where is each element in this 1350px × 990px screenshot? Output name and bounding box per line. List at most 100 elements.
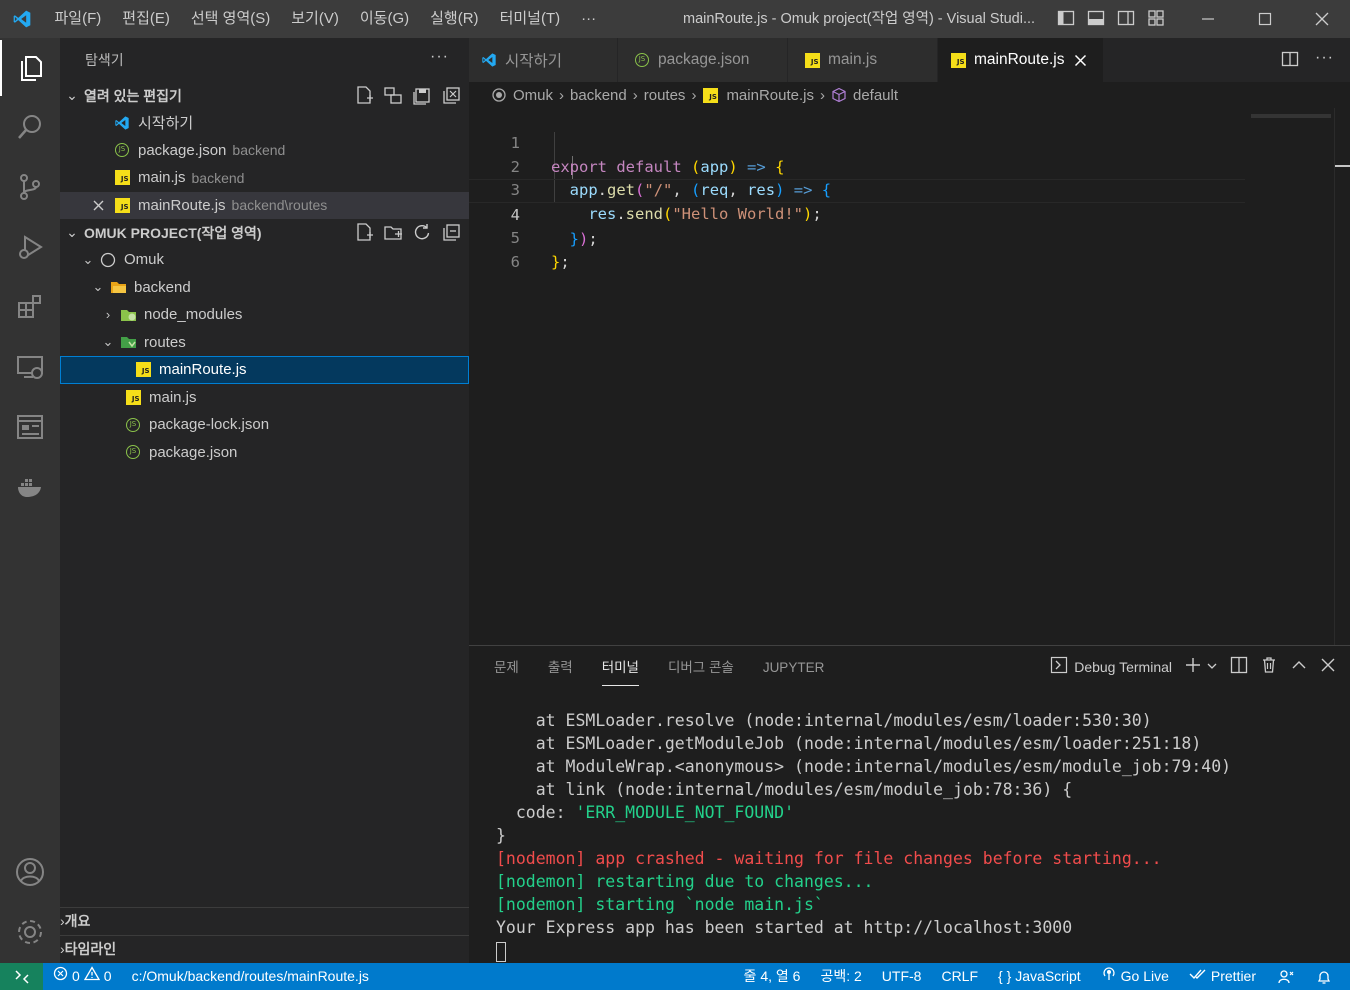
close-editor-icon[interactable]: [92, 199, 106, 212]
close-tab-icon[interactable]: [1074, 54, 1087, 67]
tree-item-folder[interactable]: › node_modules: [60, 301, 469, 329]
split-terminal-icon[interactable]: [1230, 656, 1248, 677]
tree-item-folder[interactable]: ⌄ backend: [60, 274, 469, 302]
js-file-icon: JS: [804, 52, 820, 68]
breadcrumb-item[interactable]: Omuk: [513, 87, 553, 104]
close-panel-icon[interactable]: [1320, 657, 1336, 676]
sidebar-more-button[interactable]: ···: [430, 48, 449, 66]
panel-actions: Debug Terminal: [1050, 656, 1336, 677]
feedback-icon[interactable]: [1264, 963, 1302, 990]
refresh-icon[interactable]: [412, 222, 432, 245]
maximize-button[interactable]: [1236, 0, 1293, 38]
js-file-icon: JS: [135, 362, 151, 378]
breadcrumb-item[interactable]: default: [853, 87, 898, 104]
toggle-vertical-layout-icon[interactable]: [383, 85, 403, 108]
tab-package-json[interactable]: JS package.json: [618, 38, 788, 82]
split-editor-icon[interactable]: [1281, 50, 1299, 71]
code-line-current: 4 });: [469, 179, 1245, 248]
tree-item-file-selected[interactable]: JS mainRoute.js: [60, 356, 469, 384]
customize-layout-icon[interactable]: [1147, 9, 1165, 30]
menu-run[interactable]: 실행(R): [420, 0, 489, 38]
live-preview-icon[interactable]: [0, 399, 60, 455]
breadcrumb-item[interactable]: routes: [644, 87, 686, 104]
vscode-logo-icon: [0, 0, 44, 38]
save-all-icon[interactable]: [412, 85, 432, 108]
workspace-header[interactable]: ⌄ OMUK PROJECT(작업 영역): [60, 219, 469, 246]
tab-jupyter[interactable]: JUPYTER: [763, 646, 825, 690]
menu-terminal[interactable]: 터미널(T): [489, 0, 571, 38]
tree-item-folder[interactable]: ⌄ Omuk: [60, 246, 469, 274]
menu-more[interactable]: ···: [571, 0, 607, 38]
run-debug-icon[interactable]: [0, 219, 60, 275]
editor-scrollbar[interactable]: [1334, 108, 1350, 645]
notifications-bell-icon[interactable]: [1302, 963, 1340, 990]
search-icon[interactable]: [0, 99, 60, 155]
collapse-folders-icon[interactable]: [441, 222, 461, 245]
tab-terminal[interactable]: 터미널: [601, 646, 640, 690]
more-actions-icon[interactable]: ···: [1315, 50, 1334, 71]
indentation-status[interactable]: 공백: 2: [808, 963, 869, 990]
maximize-panel-icon[interactable]: [1290, 656, 1308, 677]
open-editor-item[interactable]: 시작하기: [60, 109, 469, 137]
tab-label: 시작하기: [505, 53, 563, 70]
toggle-primary-sidebar-icon[interactable]: [1057, 9, 1075, 30]
open-editor-item[interactable]: JS main.js backend: [60, 164, 469, 192]
toggle-panel-icon[interactable]: [1087, 9, 1105, 30]
cursor-position-status[interactable]: 줄 4, 열 6: [736, 963, 809, 990]
menu-edit[interactable]: 편집(E): [112, 0, 181, 38]
menu-file[interactable]: 파일(F): [44, 0, 112, 38]
tab-problems[interactable]: 문제: [494, 646, 519, 690]
explorer-icon[interactable]: [0, 40, 60, 96]
code-editor[interactable]: 1 export default (app) => { 2 app.get("/…: [469, 108, 1335, 645]
terminal-line: at ModuleWrap.<anonymous> (node:internal…: [496, 757, 1232, 776]
kill-terminal-icon[interactable]: [1260, 656, 1278, 677]
tab-welcome[interactable]: 시작하기: [469, 38, 618, 82]
open-editors-header[interactable]: ⌄ 열려 있는 편집기: [60, 82, 469, 109]
accounts-icon[interactable]: [0, 844, 60, 900]
minimap[interactable]: [1251, 114, 1331, 118]
language-mode-status[interactable]: { } JavaScript: [986, 963, 1089, 990]
breadcrumb-item[interactable]: backend: [570, 87, 627, 104]
menu-selection[interactable]: 선택 영역(S): [180, 0, 280, 38]
prettier-status[interactable]: Prettier: [1177, 963, 1264, 990]
terminal-selector[interactable]: Debug Terminal: [1050, 656, 1172, 677]
tree-item-file[interactable]: JS package.json: [60, 439, 469, 467]
menu-bar: 파일(F) 편집(E) 선택 영역(S) 보기(V) 이동(G) 실행(R) 터…: [44, 0, 607, 38]
new-untitled-file-icon[interactable]: [354, 85, 374, 108]
terminal-output[interactable]: at ESMLoader.resolve (node:internal/modu…: [496, 709, 1231, 962]
menu-view[interactable]: 보기(V): [281, 0, 350, 38]
settings-gear-icon[interactable]: [0, 904, 60, 960]
breadcrumb-item[interactable]: mainRoute.js: [726, 87, 814, 104]
new-folder-icon[interactable]: [383, 222, 403, 245]
toggle-secondary-sidebar-icon[interactable]: [1117, 9, 1135, 30]
tab-debug-console[interactable]: 디버그 콘솔: [668, 646, 734, 690]
problems-status[interactable]: 0 0: [43, 963, 120, 990]
tree-item-folder[interactable]: ⌄ routes: [60, 329, 469, 357]
window-controls: [1179, 0, 1350, 38]
tab-output[interactable]: 출력: [548, 646, 573, 690]
eol-status[interactable]: CRLF: [929, 963, 986, 990]
open-editor-item[interactable]: JS package.json backend: [60, 137, 469, 165]
tree-item-file[interactable]: JS package-lock.json: [60, 411, 469, 439]
new-terminal-button[interactable]: [1184, 656, 1218, 677]
source-control-icon[interactable]: [0, 159, 60, 215]
tab-main-js[interactable]: JS main.js: [788, 38, 938, 82]
minimize-button[interactable]: [1179, 0, 1236, 38]
menu-go[interactable]: 이동(G): [349, 0, 419, 38]
timeline-section-header[interactable]: › 타임라인: [60, 935, 469, 962]
remote-explorer-icon[interactable]: [0, 339, 60, 395]
docker-icon[interactable]: [0, 459, 60, 515]
tab-mainroute-js[interactable]: JS mainRoute.js: [938, 38, 1104, 82]
close-all-editors-icon[interactable]: [441, 85, 461, 108]
remote-indicator-icon[interactable]: [0, 963, 43, 990]
error-count: 0: [72, 968, 80, 984]
extensions-icon[interactable]: [0, 279, 60, 335]
new-file-icon[interactable]: [354, 222, 374, 245]
go-live-status[interactable]: Go Live: [1089, 963, 1177, 990]
encoding-status[interactable]: UTF-8: [870, 963, 930, 990]
file-path-status[interactable]: c:/Omuk/backend/routes/mainRoute.js: [120, 963, 377, 990]
close-window-button[interactable]: [1293, 0, 1350, 38]
outline-section-header[interactable]: › 개요: [60, 907, 469, 934]
open-editor-item-active[interactable]: JS mainRoute.js backend\routes: [60, 191, 469, 219]
tree-item-file[interactable]: JS main.js: [60, 384, 469, 412]
